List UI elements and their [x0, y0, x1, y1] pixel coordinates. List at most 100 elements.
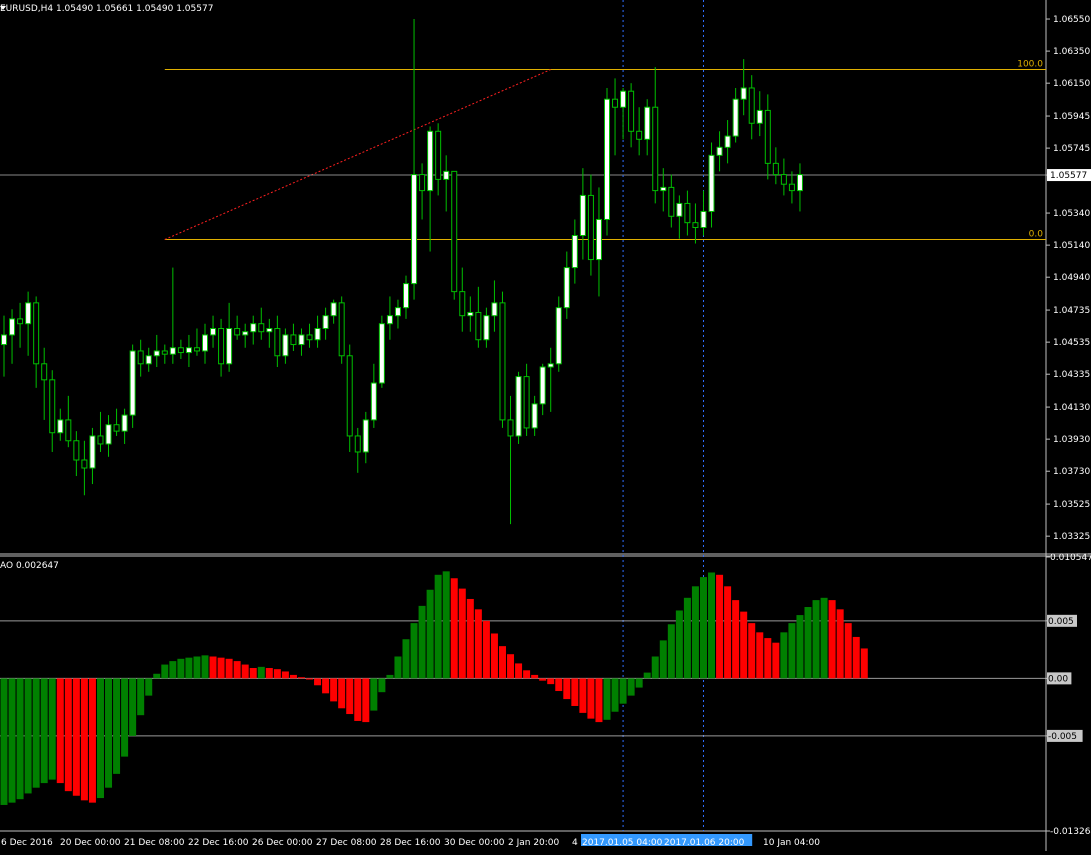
ao-tick-label: 0.00 [1048, 674, 1068, 684]
price-tick-label: 1.06150 [1053, 79, 1090, 89]
candle-body [234, 328, 241, 336]
candle-body [411, 174, 418, 285]
ao-bar [96, 678, 104, 799]
price-tick-label: 1.04535 [1053, 338, 1090, 348]
ao-bar [386, 674, 394, 679]
candle-body [370, 382, 377, 421]
candle-body [467, 311, 474, 317]
candle-body [210, 328, 217, 336]
candle-body [49, 379, 56, 434]
candle-body [628, 90, 635, 132]
candle-body [386, 315, 393, 325]
ao-bar [820, 597, 828, 679]
candle-body [362, 419, 369, 453]
candle-body [226, 328, 233, 365]
ao-bar [105, 678, 113, 788]
candle-body [427, 130, 434, 192]
ao-bar [579, 678, 587, 713]
candle-body [330, 302, 337, 317]
candle-body [700, 210, 707, 228]
candle-body [539, 366, 546, 405]
ao-bar [643, 672, 651, 679]
candle-body [612, 98, 619, 108]
ao-bar [635, 678, 643, 688]
price-tick-label: 1.04335 [1053, 370, 1090, 380]
ao-bar [338, 678, 346, 709]
ao-tick-label: -0.005 [1048, 732, 1077, 742]
candle-body [33, 302, 40, 365]
ao-bar [0, 678, 8, 805]
ao-bar [249, 668, 257, 679]
time-axis-label: 2017.01.06 20:00 [664, 838, 745, 848]
ao-bar [507, 654, 515, 679]
ao-bar [547, 678, 555, 685]
candle-body [290, 334, 297, 346]
ao-bar [756, 632, 764, 679]
candle-body [451, 170, 458, 293]
time-axis-label: 26 Dec 00:00 [252, 838, 313, 848]
ao-bar [201, 655, 209, 679]
price-tick-label: 1.03730 [1053, 467, 1090, 477]
candle-body [676, 202, 683, 217]
price-tick-label: 1.04940 [1053, 273, 1090, 283]
ao-bar [748, 623, 756, 679]
ao-bar [466, 598, 474, 679]
ao-bar [16, 678, 24, 800]
candle-body [748, 87, 755, 124]
candle-body [298, 334, 305, 346]
candle-body [266, 328, 273, 333]
ao-bar [273, 669, 281, 679]
trend-line [164, 69, 551, 240]
ao-bar [169, 661, 177, 679]
price-tick-label: 1.04130 [1053, 403, 1090, 413]
ao-bar [209, 656, 217, 679]
ao-bar [241, 664, 249, 679]
time-axis-label: 27 Dec 08:00 [316, 838, 377, 848]
candle-body [17, 318, 24, 325]
candle-body [394, 307, 401, 317]
ao-bar [683, 597, 691, 679]
candle-body [258, 323, 265, 333]
candle-body [25, 302, 32, 325]
candle-body [153, 350, 160, 357]
ao-bar [233, 661, 241, 679]
ao-bar [539, 678, 547, 681]
candle-body [732, 98, 739, 137]
candle-body [121, 414, 128, 432]
candle-body [202, 334, 208, 352]
ao-bar [72, 678, 80, 796]
price-tick-label: 1.03930 [1053, 435, 1090, 445]
ao-bar [716, 574, 724, 679]
chart-canvas[interactable]: 1.06550 1.06350 1.06150 1.05945 1.05745 1.053… [0, 0, 1091, 851]
ao-bar [482, 620, 490, 679]
ao-bar [740, 611, 748, 679]
ao-bar [450, 578, 458, 679]
candle-body [547, 363, 554, 368]
ao-bar [161, 664, 169, 679]
ao-bar [619, 678, 627, 704]
candle-body [81, 459, 88, 469]
candle-body [89, 435, 96, 469]
candle-body [419, 174, 426, 192]
time-axis-label: 30 Dec 00:00 [444, 838, 505, 848]
time-axis-label: 28 Dec 16:00 [380, 838, 441, 848]
ao-tick-label: 0.010547 [1050, 553, 1091, 563]
candle-body [250, 323, 257, 333]
candle-body [65, 419, 72, 442]
price-tick-label: 1.03325 [1053, 532, 1090, 542]
ao-bar [257, 666, 265, 679]
candle-body [338, 302, 345, 357]
ao-title: AO 0.002647 [0, 561, 59, 571]
candle-body [780, 174, 787, 185]
candle-body [242, 331, 249, 336]
candle-body [531, 403, 538, 429]
ao-bar [354, 678, 362, 721]
ao-bar [32, 678, 40, 788]
price-tick-label: 1.04735 [1053, 306, 1090, 316]
ao-bar [804, 607, 812, 679]
chart-window[interactable]: 1.06550 1.06350 1.06150 1.05945 1.05745 1.053… [0, 0, 1091, 851]
candle-body [169, 347, 176, 355]
candle-body [716, 146, 723, 156]
ao-tick-label: -0.013264 [1050, 827, 1091, 837]
ao-bar [185, 657, 193, 679]
